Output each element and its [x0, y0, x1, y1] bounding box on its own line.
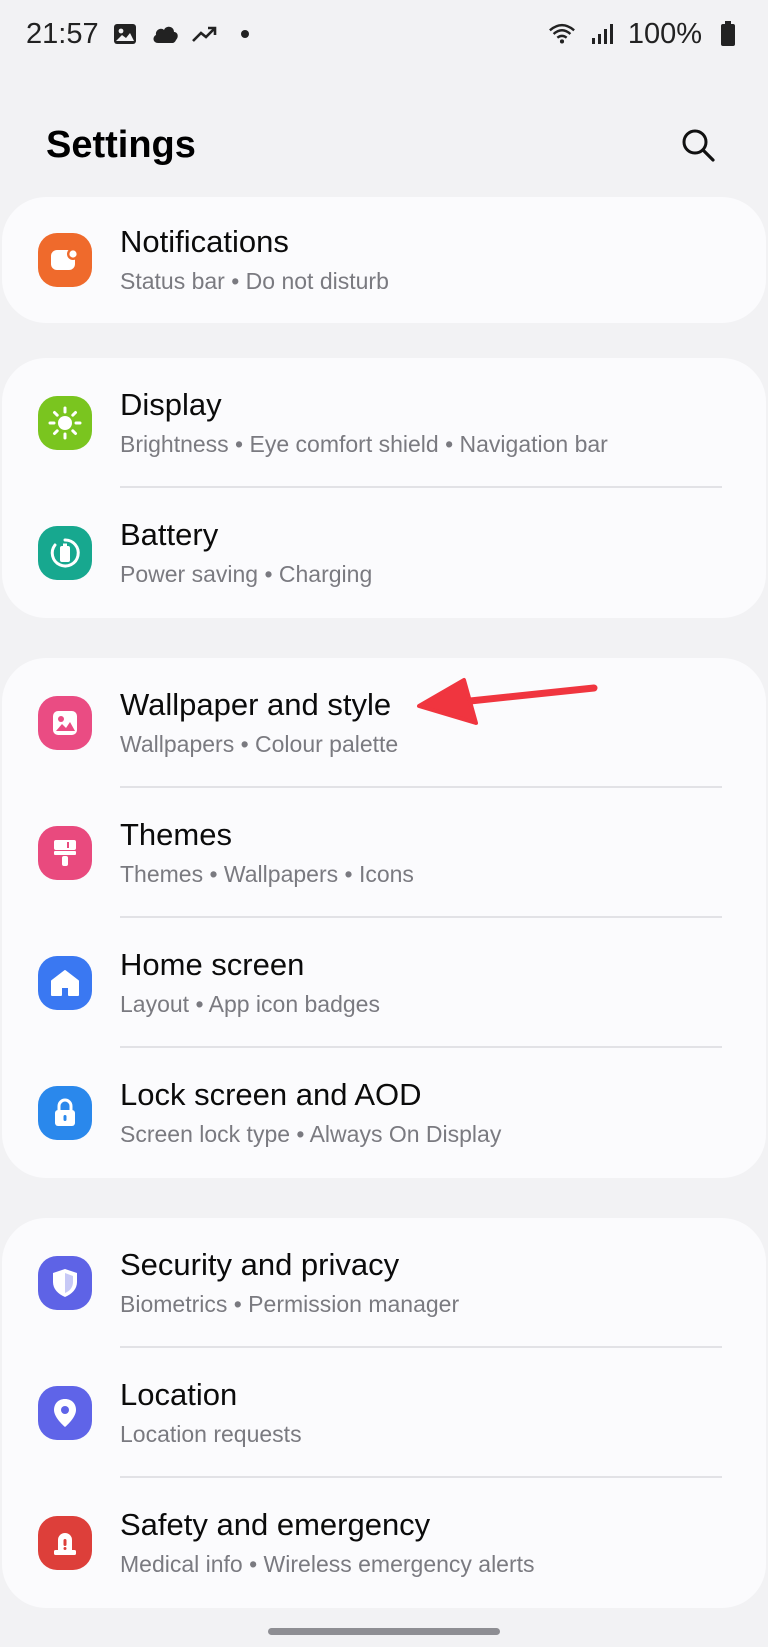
settings-item-title: Home screen: [120, 947, 305, 982]
settings-item-title: Location: [120, 1377, 238, 1412]
settings-item-subtitle: Screen lock type • Always On Display: [120, 1121, 502, 1147]
clock: 21:57: [26, 17, 99, 50]
settings-group-2: Display Brightness • Eye comfort shield …: [2, 358, 766, 618]
status-right: 100%: [548, 18, 742, 51]
location-pin-icon: [38, 1386, 92, 1440]
image-icon: [111, 20, 139, 48]
wifi-icon: [548, 20, 576, 48]
status-bar: 21:57 100%: [0, 0, 768, 68]
header: Settings: [0, 100, 768, 190]
home-indicator[interactable]: [268, 1628, 500, 1635]
shield-icon: [38, 1256, 92, 1310]
settings-item-subtitle: Biometrics • Permission manager: [120, 1291, 460, 1317]
settings-group-3: Wallpaper and style Wallpapers • Colour …: [2, 658, 766, 1178]
settings-item-home-screen[interactable]: Home screen Layout • App icon badges: [2, 918, 766, 1048]
settings-item-title: Lock screen and AOD: [120, 1077, 422, 1112]
battery-icon: [714, 20, 742, 48]
settings-item-wallpaper[interactable]: Wallpaper and style Wallpapers • Colour …: [2, 658, 766, 788]
brush-icon: [38, 826, 92, 880]
dot-icon: [231, 20, 259, 48]
settings-item-subtitle: Themes • Wallpapers • Icons: [120, 861, 414, 887]
settings-item-lock-screen[interactable]: Lock screen and AOD Screen lock type • A…: [2, 1048, 766, 1178]
settings-item-subtitle: Medical info • Wireless emergency alerts: [120, 1551, 535, 1577]
cloud-icon: [151, 20, 179, 48]
settings-item-themes[interactable]: Themes Themes • Wallpapers • Icons: [2, 788, 766, 918]
battery-care-icon: [38, 526, 92, 580]
settings-item-battery[interactable]: Battery Power saving • Charging: [2, 488, 766, 618]
battery-percent: 100%: [627, 17, 702, 50]
settings-item-title: Display: [120, 387, 222, 422]
status-left: 21:57: [26, 18, 259, 51]
settings-item-title: Battery: [120, 517, 219, 552]
home-icon: [38, 956, 92, 1010]
settings-item-title: Safety and emergency: [120, 1507, 431, 1542]
wallpaper-icon: [38, 696, 92, 750]
settings-item-notifications[interactable]: Notifications Status bar • Do not distur…: [2, 197, 766, 323]
lock-icon: [38, 1086, 92, 1140]
settings-item-location[interactable]: Location Location requests: [2, 1348, 766, 1478]
notification-icon: [38, 233, 92, 287]
page-title: Settings: [46, 123, 196, 166]
search-icon: [682, 129, 715, 162]
settings-item-subtitle: Status bar • Do not disturb: [120, 268, 389, 294]
settings-group-4: Security and privacy Biometrics • Permis…: [2, 1218, 766, 1608]
settings-group-1: Notifications Status bar • Do not distur…: [2, 197, 766, 323]
trending-up-icon: [191, 20, 219, 48]
settings-item-subtitle: Location requests: [120, 1421, 302, 1447]
settings-item-display[interactable]: Display Brightness • Eye comfort shield …: [2, 358, 766, 488]
settings-item-safety[interactable]: Safety and emergency Medical info • Wire…: [2, 1478, 766, 1608]
emergency-icon: [38, 1516, 92, 1570]
settings-item-title: Wallpaper and style: [120, 687, 392, 722]
sun-icon: [38, 396, 92, 450]
settings-item-title: Notifications: [120, 224, 289, 259]
signal-icon: [588, 20, 616, 48]
settings-item-security[interactable]: Security and privacy Biometrics • Permis…: [2, 1218, 766, 1348]
search-button[interactable]: [674, 121, 722, 169]
settings-item-subtitle: Layout • App icon badges: [120, 991, 380, 1017]
settings-item-subtitle: Brightness • Eye comfort shield • Naviga…: [120, 431, 608, 457]
settings-item-subtitle: Wallpapers • Colour palette: [120, 731, 399, 757]
settings-item-title: Security and privacy: [120, 1247, 400, 1282]
settings-item-subtitle: Power saving • Charging: [120, 561, 373, 587]
settings-item-title: Themes: [120, 817, 232, 852]
